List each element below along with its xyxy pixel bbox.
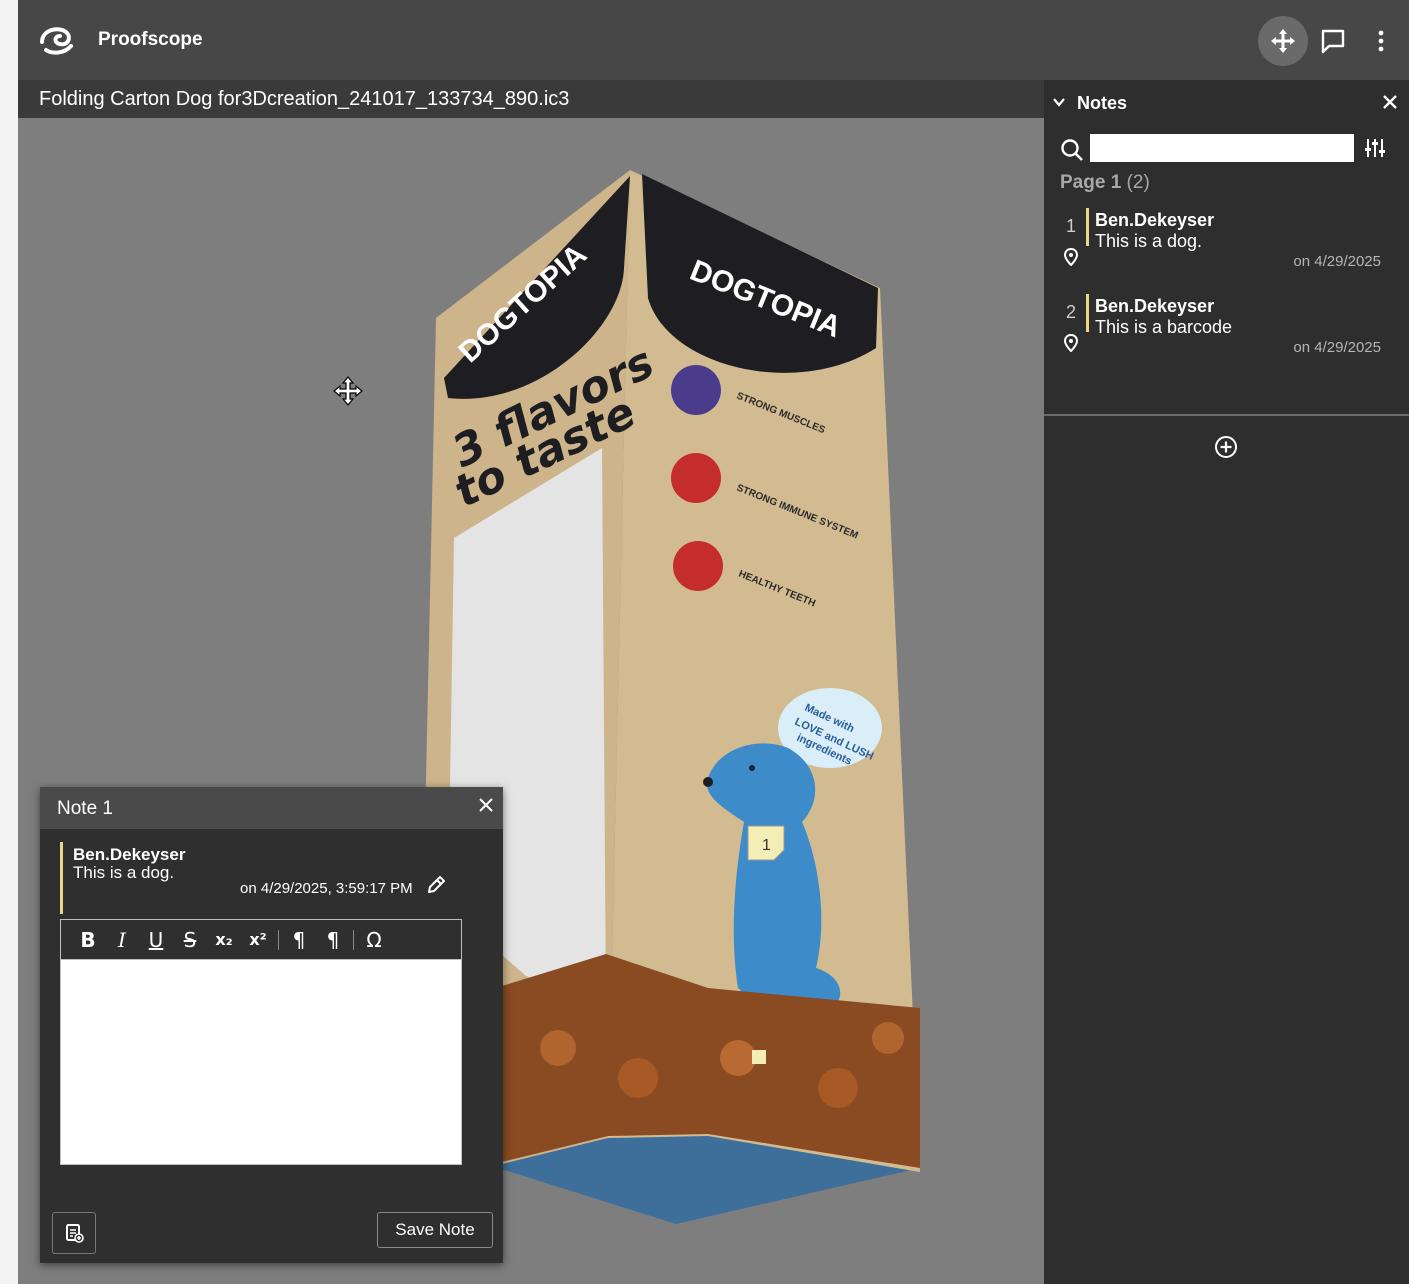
comment-button[interactable] [1308,16,1358,66]
immune-badge-icon [671,453,721,503]
note-popup-title: Note 1 [57,798,113,819]
note-popup-header[interactable]: Note 1 [40,787,503,829]
note-marker-1[interactable]: 1 [747,825,785,861]
note-author: Ben.Dekeyser [1095,296,1215,316]
note-number: 2 [1066,302,1077,322]
note-marker-2-icon [752,1050,766,1064]
kibble-2 [618,1058,658,1098]
ltr-paragraph-button[interactable]: ¶ [282,928,316,952]
special-character-button[interactable]: Ω [357,928,391,952]
note-date: on 4/29/2025 [1293,339,1381,356]
note-accent-bar [60,842,63,914]
strikethrough-button[interactable]: S [173,928,207,952]
search-icon [1061,139,1083,161]
note-accent-bar [1086,294,1089,332]
move-tool-button[interactable] [1258,16,1308,66]
close-icon[interactable] [478,797,494,813]
divider [1044,414,1409,416]
add-note-icon[interactable] [1214,435,1238,459]
note-author: Ben.Dekeyser [73,845,186,864]
note-marker-label: 1 [762,837,771,854]
note-text: This is a dog. [1095,231,1203,251]
note-list-item[interactable]: 1 Ben.Dekeyser This is a dog. on 4/29/20… [1044,208,1409,288]
kibble-3 [720,1040,756,1076]
toolbar-separator [278,929,279,950]
note-text: This is a dog. [73,863,175,882]
teeth-badge-icon [673,541,723,591]
subscript-button[interactable]: x₂ [207,930,241,949]
page-count: (2) [1126,172,1150,193]
pencil-icon[interactable] [426,875,446,895]
notes-search-input[interactable] [1090,134,1354,162]
comment-icon [1321,29,1345,54]
notes-panel: Notes Page 1 (2) 1 Ben.Dekeyser This is … [1044,80,1409,1284]
notes-panel-title: Notes [1077,93,1128,113]
document-title-bar: Folding Carton Dog for3Dcreation_241017_… [18,80,1044,118]
kibble-4 [818,1068,858,1108]
note-list-item[interactable]: 2 Ben.Dekeyser This is a barcode on 4/29… [1044,294,1409,374]
muscle-badge-icon [671,365,721,415]
editor-toolbar: B I U S x₂ x² ¶ ¶ Ω [61,920,461,960]
note-number: 1 [1066,216,1077,236]
chevron-down-icon[interactable] [1052,96,1066,108]
dog-eye [749,765,755,771]
location-pin-icon[interactable] [1064,334,1078,352]
reply-text-area[interactable] [61,961,461,1164]
top-bar: Proofscope [18,0,1409,80]
notes-panel-header: Notes [1044,80,1409,126]
location-pin-icon[interactable] [1064,248,1078,266]
document-title: Folding Carton Dog for3Dcreation_241017_… [39,88,570,110]
move-cursor-icon [333,376,363,406]
bold-button[interactable]: B [71,928,105,952]
page-group-header[interactable]: Page 1 (2) [1060,172,1150,194]
note-add-icon [66,1224,84,1243]
filter-sliders-icon[interactable] [1364,137,1386,159]
kibble-5 [872,1022,904,1054]
note-marker-2[interactable] [752,1050,766,1064]
superscript-button[interactable]: x² [241,930,275,949]
proofscope-logo-icon [40,27,73,55]
insert-template-button[interactable] [52,1212,96,1254]
app-title: Proofscope [98,29,203,50]
underline-button[interactable]: U [139,928,173,952]
rtl-paragraph-button[interactable]: ¶ [316,928,350,952]
reply-editor: B I U S x₂ x² ¶ ¶ Ω [60,919,462,1165]
note-popup: Note 1 Ben.Dekeyser This is a dog. on 4/… [40,787,503,1263]
note-date: on 4/29/2025, 3:59:17 PM [240,880,413,897]
note-author: Ben.Dekeyser [1095,210,1215,230]
kibble-1 [540,1030,576,1066]
more-vertical-icon [1378,30,1384,52]
note-text: This is a barcode [1095,317,1233,337]
save-note-button[interactable]: Save Note [377,1212,493,1248]
close-icon[interactable] [1382,94,1398,110]
move-icon [1271,29,1295,53]
more-options-button[interactable] [1356,16,1406,66]
note-date: on 4/29/2025 [1293,253,1381,270]
note-accent-bar [1086,208,1089,246]
page-label: Page 1 [1060,172,1122,193]
app-window: Proofscope Folding Carton Dog for3Dcreat… [18,0,1409,1284]
toolbar-separator [353,929,354,950]
italic-button[interactable]: I [105,928,139,952]
dog-nose [703,777,713,787]
